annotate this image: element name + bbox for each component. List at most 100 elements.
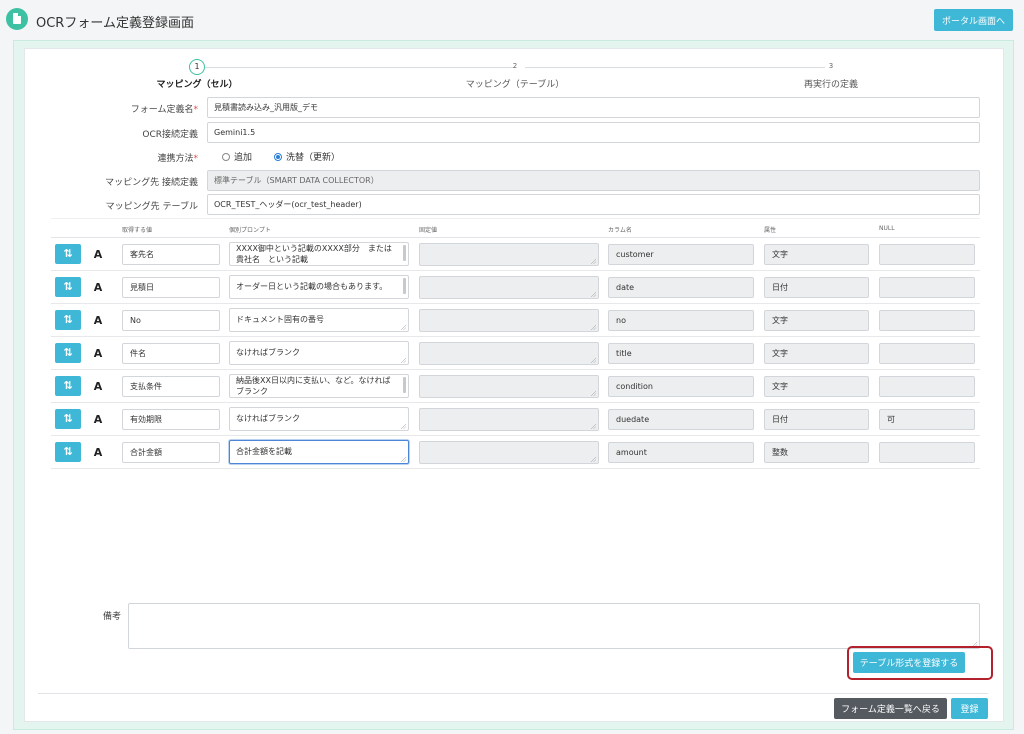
font-button[interactable]: A [85,277,111,297]
swap-icon: ⇅ [63,247,73,260]
prompt-textarea[interactable]: オーダー日という記載の場合もあります。 [229,275,409,299]
back-to-list-button[interactable]: フォーム定義一覧へ戻る [834,698,947,719]
fixed-value-textarea[interactable] [419,243,599,266]
swap-button[interactable]: ⇅ [55,343,81,363]
column-name-field: title [608,343,754,364]
resize-grip-icon[interactable] [401,358,406,363]
resize-grip-icon[interactable] [401,457,406,462]
value-input[interactable]: No [122,310,220,331]
notes-textarea[interactable] [128,603,980,649]
header-column: カラム名 [608,227,632,234]
null-field [879,310,975,331]
prompt-text: 納品後XX日以内に支払い、など。なければブランク [236,376,391,396]
step-2-number: 2 [512,62,518,70]
prompt-textarea[interactable]: 納品後XX日以内に支払い、など。なければブランク [229,374,409,398]
resize-grip-icon[interactable] [591,391,596,396]
table-row: ⇅ A 客先名 XXXX御中という記載のXXXX部分 または貴社名 という記載 … [51,238,980,271]
portal-button[interactable]: ポータル画面へ [934,9,1013,31]
prompt-textarea[interactable]: なければブランク [229,407,409,431]
resize-grip-icon[interactable] [591,457,596,462]
header-value: 取得する値 [122,227,153,234]
value-input[interactable]: 見積日 [122,277,220,298]
header-attribute: 属性 [764,227,777,234]
resize-grip-icon[interactable] [591,259,596,264]
fixed-value-textarea[interactable] [419,309,599,332]
value-input[interactable]: 件名 [122,343,220,364]
swap-button[interactable]: ⇅ [55,310,81,330]
font-button[interactable]: A [85,310,111,330]
scrollbar[interactable] [403,377,406,393]
column-name-field: no [608,310,754,331]
resize-grip-icon[interactable] [401,424,406,429]
scrollbar[interactable] [403,245,406,261]
prompt-text: ドキュメント固有の番号 [236,315,324,324]
mapping-table-select[interactable]: OCR_TEST_ヘッダー(ocr_test_header) [207,194,980,215]
radio-add[interactable]: 追加 [222,150,252,163]
swap-icon: ⇅ [63,346,73,359]
form-name-input[interactable]: 見積書読み込み_汎用版_デモ [207,97,980,118]
prompt-textarea[interactable]: XXXX御中という記載のXXXX部分 または貴社名 という記載 [229,242,409,266]
swap-button[interactable]: ⇅ [55,409,81,429]
step-3-label[interactable]: 再実行の定義 [790,77,872,90]
null-field: 可 [879,409,975,430]
prompt-text: 合計金額を記載 [236,447,292,456]
value-input[interactable]: 客先名 [122,244,220,265]
mapping-connection-label: マッピング先 接続定義 [105,178,198,188]
fixed-value-textarea[interactable] [419,375,599,398]
prompt-textarea[interactable]: ドキュメント固有の番号 [229,308,409,332]
prompt-textarea[interactable]: なければブランク [229,341,409,365]
null-field [879,277,975,298]
font-button[interactable]: A [85,442,111,462]
radio-replace-indicator[interactable] [274,152,282,161]
radio-add-indicator[interactable] [222,152,230,161]
mapping-connection-field: 標準テーブル（SMART DATA COLLECTOR） [207,170,980,191]
font-button[interactable]: A [85,409,111,429]
null-field [879,343,975,364]
scrollbar[interactable] [403,278,406,294]
header-fixed: 固定値 [419,227,438,234]
header-prompt: 個別プロンプト [229,227,271,234]
resize-grip-icon[interactable] [591,424,596,429]
step-3-number: 3 [828,62,834,70]
fixed-value-textarea[interactable] [419,342,599,365]
resize-grip-icon[interactable] [591,292,596,297]
swap-icon: ⇅ [63,280,73,293]
swap-icon: ⇅ [63,445,73,458]
swap-icon: ⇅ [63,412,73,425]
font-button[interactable]: A [85,343,111,363]
header-null: NULL [879,225,895,232]
prompt-textarea[interactable]: 合計金額を記載 [229,440,409,464]
resize-grip-icon[interactable] [401,325,406,330]
font-button[interactable]: A [85,376,111,396]
footer-divider [38,693,988,694]
radio-replace[interactable]: 洗替（更新） [274,150,340,163]
register-button[interactable]: 登録 [951,698,988,719]
ocr-connection-select[interactable]: Gemini1.5 [207,122,980,143]
table-row: ⇅ A 支払条件 納品後XX日以内に支払い、など。なければブランク condit… [51,370,980,403]
page-title: OCRフォーム定義登録画面 [36,16,194,31]
notes-label: 備考 [103,612,122,622]
prompt-text: XXXX御中という記載のXXXX部分 または貴社名 という記載 [236,244,392,264]
register-table-format-button[interactable]: テーブル形式を登録する [853,652,965,673]
resize-grip-icon[interactable] [591,325,596,330]
swap-button[interactable]: ⇅ [55,376,81,396]
font-button[interactable]: A [85,244,111,264]
swap-button[interactable]: ⇅ [55,244,81,264]
resize-grip-icon[interactable] [591,358,596,363]
swap-button[interactable]: ⇅ [55,277,81,297]
prompt-text: オーダー日という記載の場合もあります。 [236,282,388,291]
value-input[interactable]: 合計金額 [122,442,220,463]
fixed-value-textarea[interactable] [419,408,599,431]
step-2-label[interactable]: マッピング（テーブル） [460,77,570,90]
value-input[interactable]: 支払条件 [122,376,220,397]
fixed-value-textarea[interactable] [419,276,599,299]
mapping-table-header: 取得する値 個別プロンプト 固定値 カラム名 属性 NULL [51,218,980,238]
null-field [879,244,975,265]
swap-button[interactable]: ⇅ [55,442,81,462]
table-row: ⇅ A No ドキュメント固有の番号 no 文字 [51,304,980,337]
step-1-label[interactable]: マッピング（セル） [152,77,242,90]
document-icon [6,8,28,30]
attribute-field: 文字 [764,343,869,364]
value-input[interactable]: 有効期限 [122,409,220,430]
fixed-value-textarea[interactable] [419,441,599,464]
